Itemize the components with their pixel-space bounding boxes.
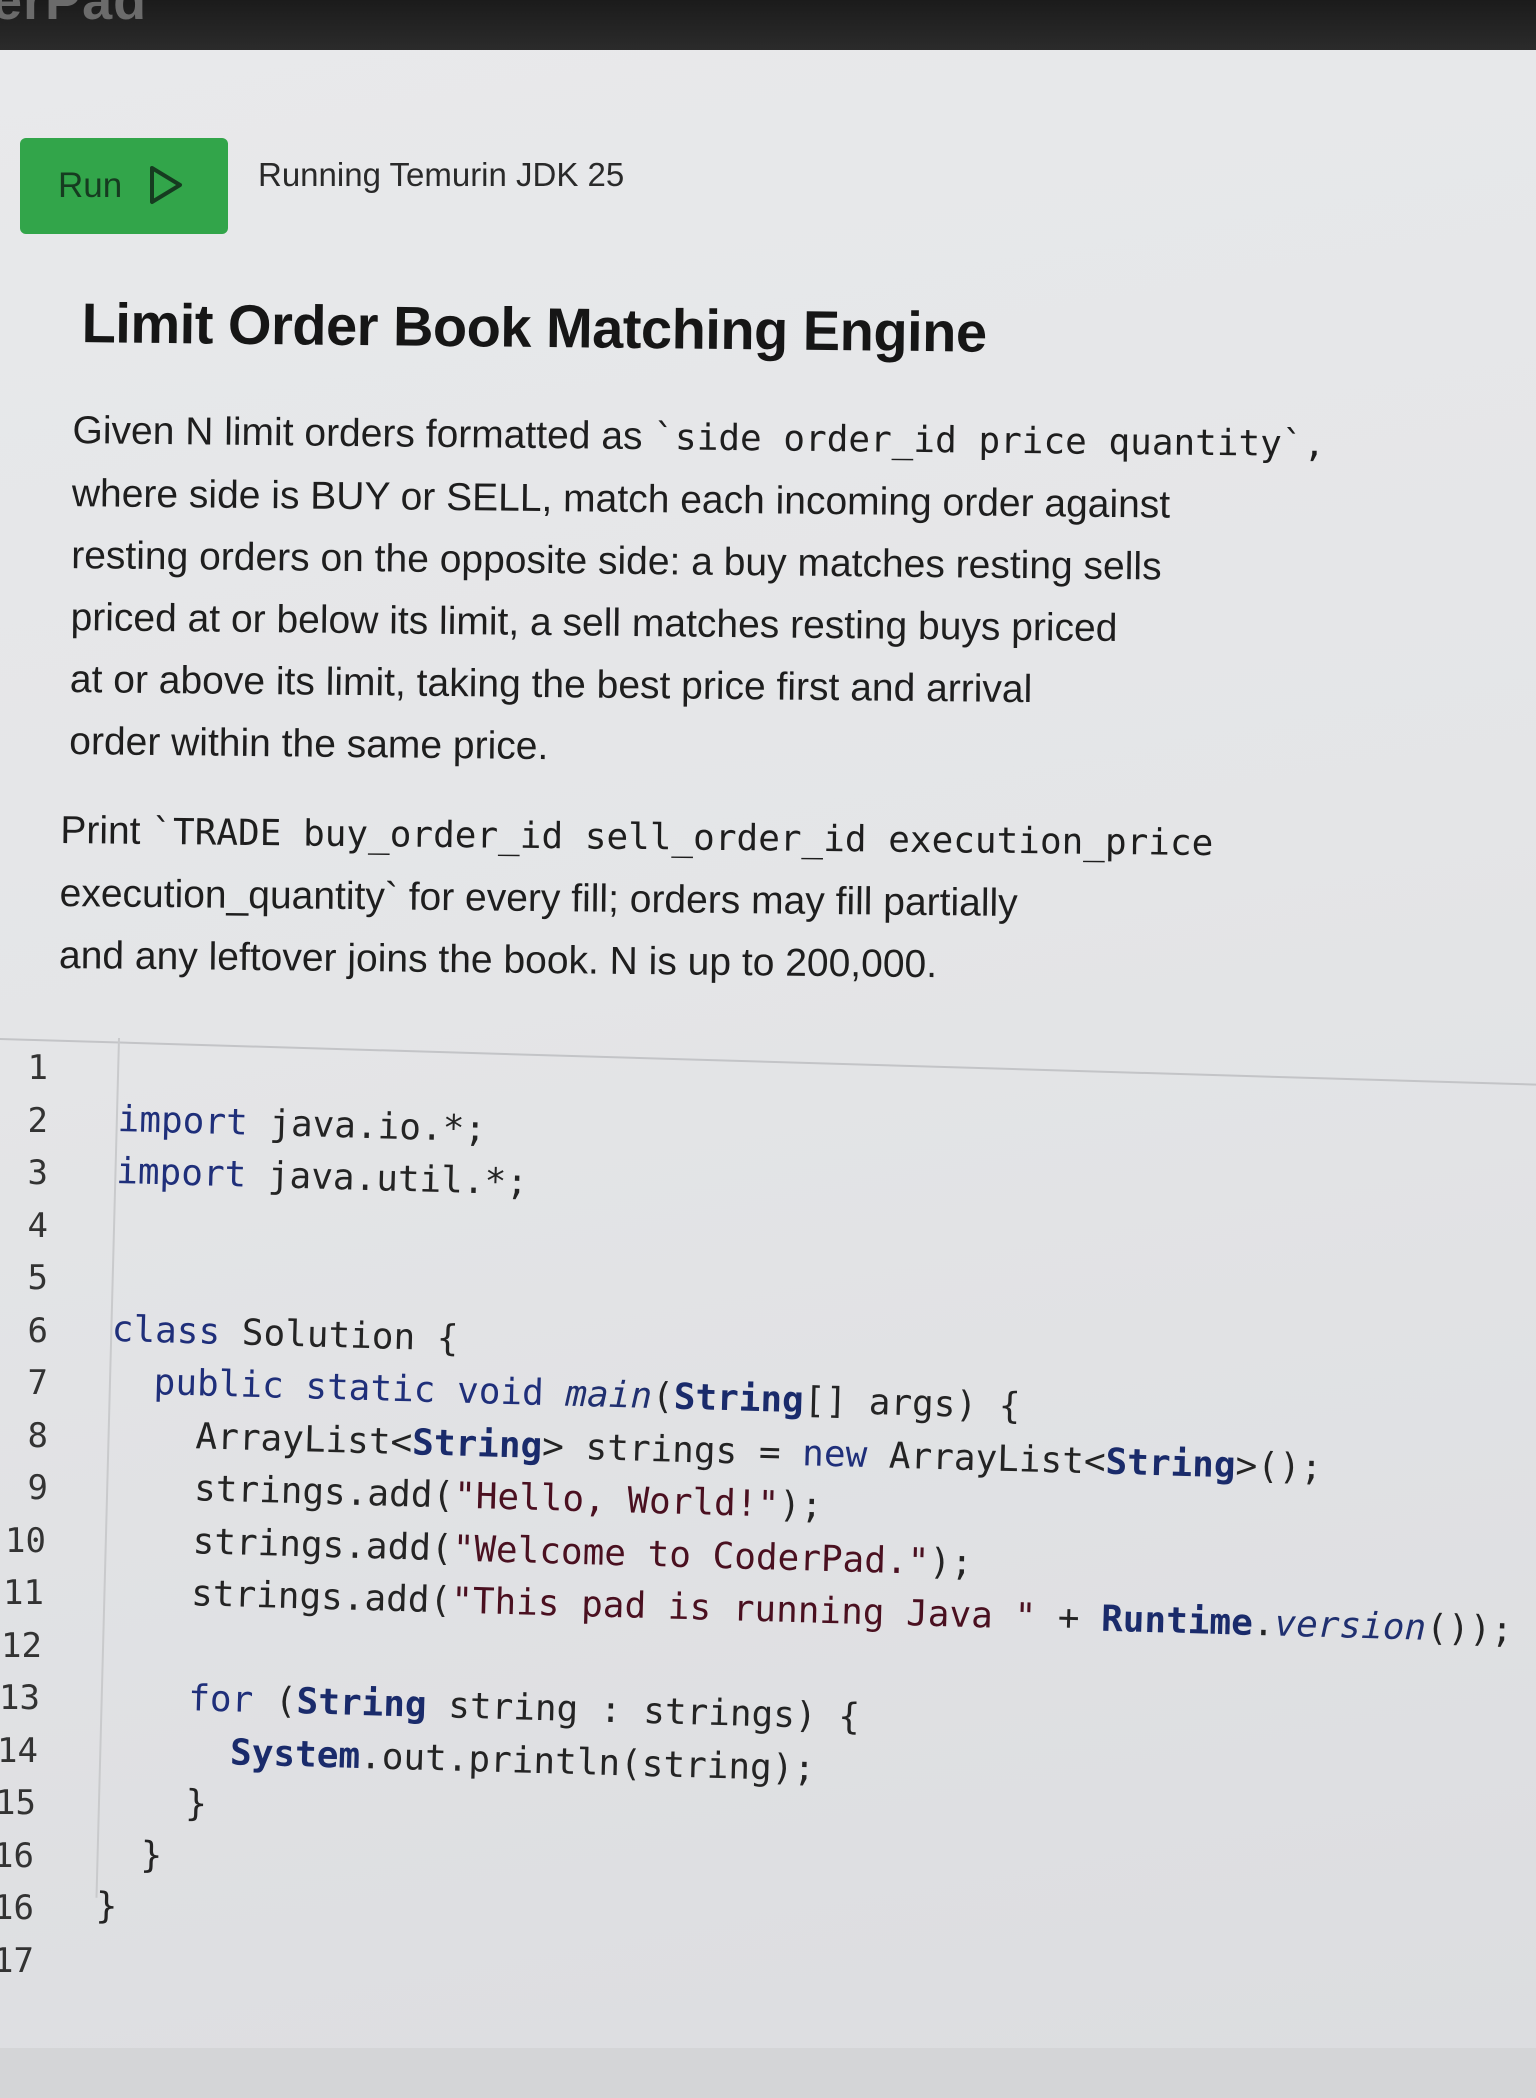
code-line[interactable]: } <box>95 1886 118 1928</box>
para2-prefix: Print <box>60 808 152 853</box>
problem-description: Limit Order Book Matching Engine Given N… <box>59 290 1426 986</box>
run-button-label: Run <box>58 166 123 205</box>
code-editor[interactable]: 1 2 3 4 5 6 7 8 9 10 11 12 13 14 15 16 16 17 import java.… <box>0 1038 1536 2098</box>
run-button[interactable]: Run <box>20 138 228 234</box>
para2-line3: and any leftover joins the book. N is up… <box>58 933 938 987</box>
problem-paragraph-2: Print `TRADE buy_order_id sell_order_id … <box>59 800 1391 1001</box>
code-line[interactable]: } <box>98 1781 208 1825</box>
para1-line1-prefix: Given N limit orders formatted as <box>72 409 654 459</box>
code-line[interactable]: strings.add("Hello, World!"); <box>107 1466 823 1527</box>
top-bar: erPad <box>0 0 1536 50</box>
workspace: Run Running Temurin JDK 25 Limit Order B… <box>0 50 1536 2048</box>
code-line[interactable]: } <box>97 1833 163 1876</box>
play-icon <box>148 165 184 208</box>
para1-body: where side is BUY or SELL, match each in… <box>69 472 1171 769</box>
app-logo: erPad <box>0 0 148 31</box>
run-status: Running Temurin JDK 25 <box>258 156 625 193</box>
code-area[interactable]: import java.io.*; import java.util.*; clas… <box>0 1035 1535 2077</box>
code-line[interactable]: import java.io.*; <box>117 1098 486 1149</box>
code-line[interactable]: strings.add("This pad is running Java " … <box>104 1571 1514 1651</box>
input-format-code: `side order_id price quantity`, <box>653 417 1326 466</box>
code-line[interactable]: System.out.println(string); <box>100 1728 816 1789</box>
code-line[interactable]: class Solution { <box>111 1308 459 1359</box>
output-format-code: `TRADE buy_order_id sell_order_id execut… <box>151 811 1214 865</box>
code-line[interactable]: import java.util.*; <box>116 1151 529 1203</box>
problem-title: Limit Order Book Matching Engine <box>81 291 987 364</box>
code-line[interactable]: for (String string : strings) { <box>101 1676 861 1738</box>
problem-paragraph-1: Given N limit orders formatted as `side … <box>69 400 1403 787</box>
